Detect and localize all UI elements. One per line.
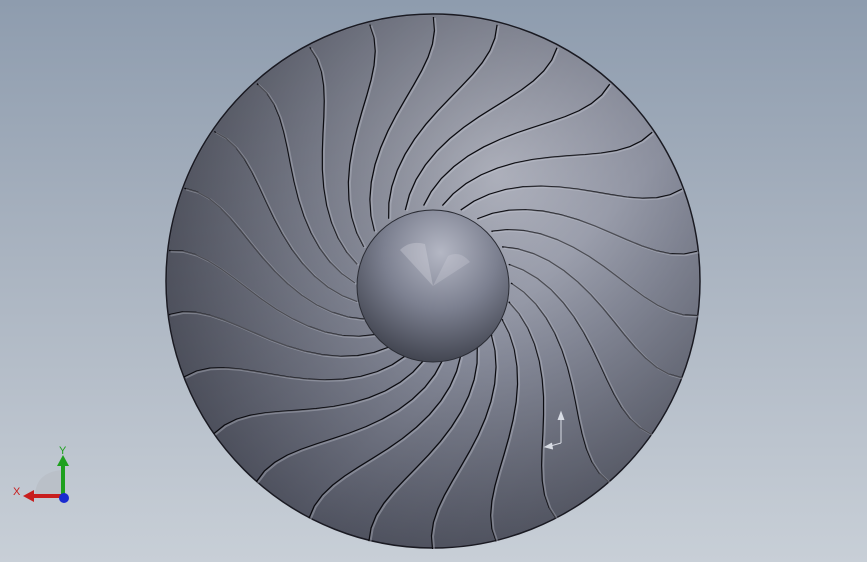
graphics-viewport[interactable] (0, 0, 867, 562)
x-axis-arrowhead (23, 490, 34, 502)
z-axis-dot (59, 493, 69, 503)
y-axis-label: Y (59, 445, 67, 457)
orientation-triad[interactable]: Y X (10, 440, 80, 510)
x-axis-label: X (13, 486, 21, 498)
impeller-model[interactable] (165, 13, 701, 551)
triad-plane-indicator (35, 470, 62, 494)
